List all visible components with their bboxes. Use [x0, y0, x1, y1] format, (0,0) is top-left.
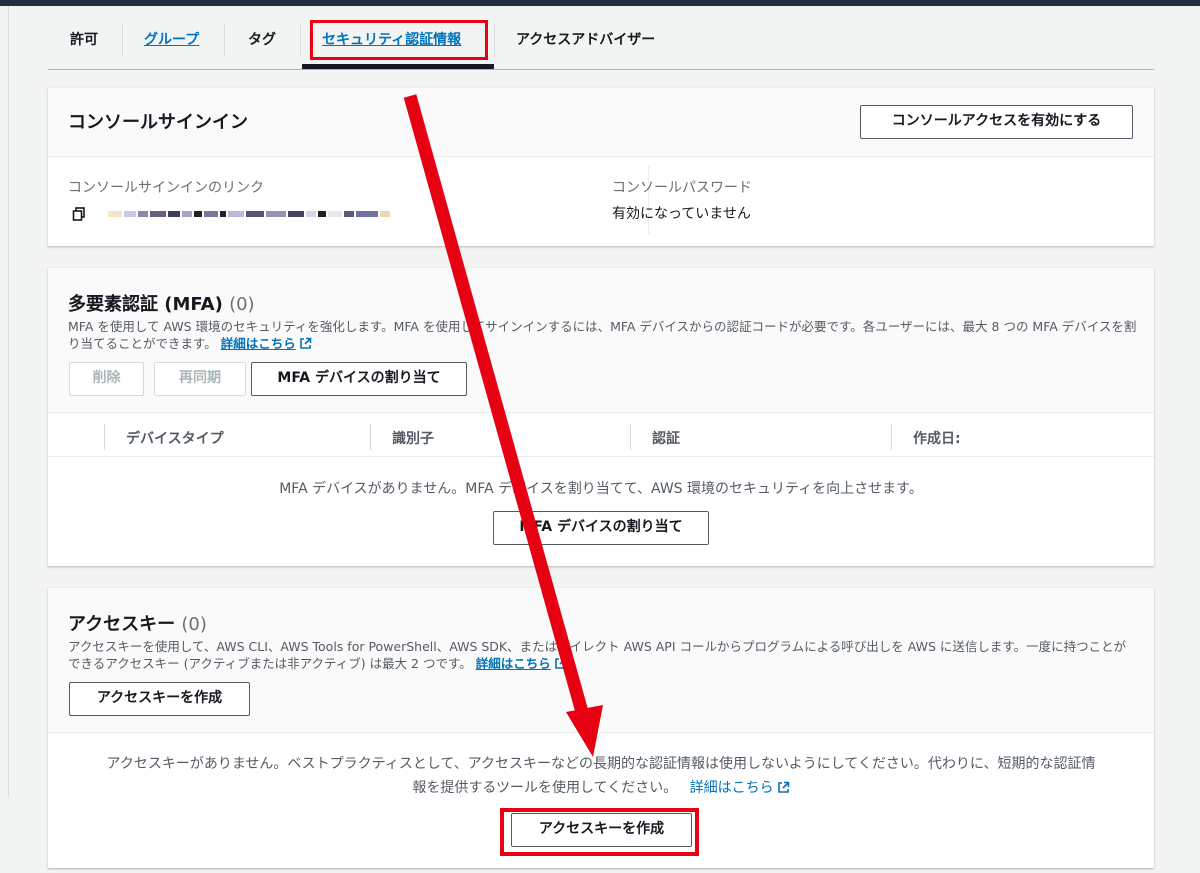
external-link-icon: [554, 657, 567, 670]
access-keys-learn-more-link[interactable]: 詳細はこちら: [476, 656, 567, 671]
column-header-certifications[interactable]: 認証: [652, 428, 680, 448]
tab-access-advisor[interactable]: アクセスアドバイザー: [516, 22, 655, 58]
access-keys-empty-line2: 報を提供するツールを使用してください。: [412, 780, 678, 796]
column-header-device-type[interactable]: デバイスタイプ: [126, 428, 224, 448]
column-header-created[interactable]: 作成日:: [913, 428, 961, 448]
resync-button[interactable]: 再同期: [154, 362, 246, 396]
console-signin-title: コンソールサインイン: [68, 112, 248, 133]
tab-highlight-box: [310, 20, 488, 60]
copy-icon[interactable]: [72, 206, 86, 221]
access-keys-learn-more-text: 詳細はこちら: [475, 656, 551, 671]
create-button-highlight-box: [500, 808, 699, 856]
console-signin-panel: コンソールサインイン コンソールアクセスを有効にする コンソールサインインのリン…: [48, 88, 1154, 246]
mfa-title-text: 多要素認証 (MFA): [68, 294, 223, 315]
create-access-key-button[interactable]: アクセスキーを作成: [69, 682, 250, 716]
tab-groups[interactable]: グループ: [144, 22, 199, 58]
tab-divider: [224, 24, 225, 56]
column-divider: [104, 424, 105, 450]
tab-active-indicator: [302, 64, 494, 69]
mfa-title: 多要素認証 (MFA) (0): [68, 290, 255, 316]
mfa-panel: 多要素認証 (MFA) (0) MFA を使用して AWS 環境のセキュリティを…: [48, 268, 1154, 566]
access-keys-empty-message: アクセスキーがありません。ベストプラクティスとして、アクセスキーなどの長期的な認…: [62, 752, 1140, 800]
console-link-label: コンソールサインインのリンク: [68, 180, 264, 196]
enable-console-access-button[interactable]: コンソールアクセスを有効にする: [860, 105, 1133, 139]
delete-button[interactable]: 削除: [69, 362, 144, 396]
assign-mfa-button[interactable]: MFA デバイスの割り当て: [251, 362, 467, 396]
left-divider: [8, 6, 9, 796]
tab-permissions[interactable]: 許可: [70, 22, 98, 58]
console-password-label: コンソールパスワード: [612, 180, 752, 196]
external-link-icon: [299, 337, 312, 350]
mfa-learn-more-link[interactable]: 詳細はこちら: [221, 336, 312, 351]
external-link-icon: [777, 778, 790, 793]
access-keys-title: アクセスキー (0): [68, 610, 207, 636]
console-password-value: 有効になっていません: [612, 206, 751, 222]
tab-divider: [494, 24, 495, 56]
access-keys-count: (0): [181, 614, 207, 635]
mfa-learn-more-text: 詳細はこちら: [220, 336, 296, 351]
column-header-identifier[interactable]: 識別子: [392, 428, 434, 448]
access-keys-empty-learn-more-text: 詳細はこちら: [689, 780, 774, 796]
access-keys-description-text: アクセスキーを使用して、AWS CLI、AWS Tools for PowerS…: [68, 639, 1127, 671]
mfa-description: MFA を使用して AWS 環境のセキュリティを強化します。MFA を使用してサ…: [68, 318, 1138, 352]
divider: [48, 156, 1154, 157]
divider: [48, 732, 1154, 733]
column-divider: [630, 424, 631, 450]
redacted-signin-link[interactable]: [108, 210, 390, 218]
access-keys-empty-learn-more-link[interactable]: 詳細はこちら: [690, 780, 790, 796]
column-divider: [891, 424, 892, 450]
mfa-count: (0): [229, 294, 255, 315]
tab-divider: [122, 24, 123, 56]
divider: [48, 456, 1154, 457]
column-divider: [370, 424, 371, 450]
top-bar: [0, 0, 1200, 6]
tab-tags[interactable]: タグ: [248, 22, 276, 58]
mfa-empty-message: MFA デバイスがありません。MFA デバイスを割り当てて、AWS 環境のセキュ…: [279, 481, 923, 497]
divider: [48, 412, 1154, 413]
tab-bar: 許可 グループ タグ セキュリティ認証情報 アクセスアドバイザー: [48, 14, 1154, 70]
access-keys-title-text: アクセスキー: [68, 614, 176, 635]
access-keys-empty-line2-row: 報を提供するツールを使用してください。 詳細はこちら: [62, 776, 1140, 800]
access-keys-empty-line1: アクセスキーがありません。ベストプラクティスとして、アクセスキーなどの長期的な認…: [106, 756, 1096, 772]
tab-divider: [300, 24, 301, 56]
access-keys-description: アクセスキーを使用して、AWS CLI、AWS Tools for PowerS…: [68, 638, 1138, 672]
assign-mfa-empty-button[interactable]: MFA デバイスの割り当て: [493, 511, 709, 545]
